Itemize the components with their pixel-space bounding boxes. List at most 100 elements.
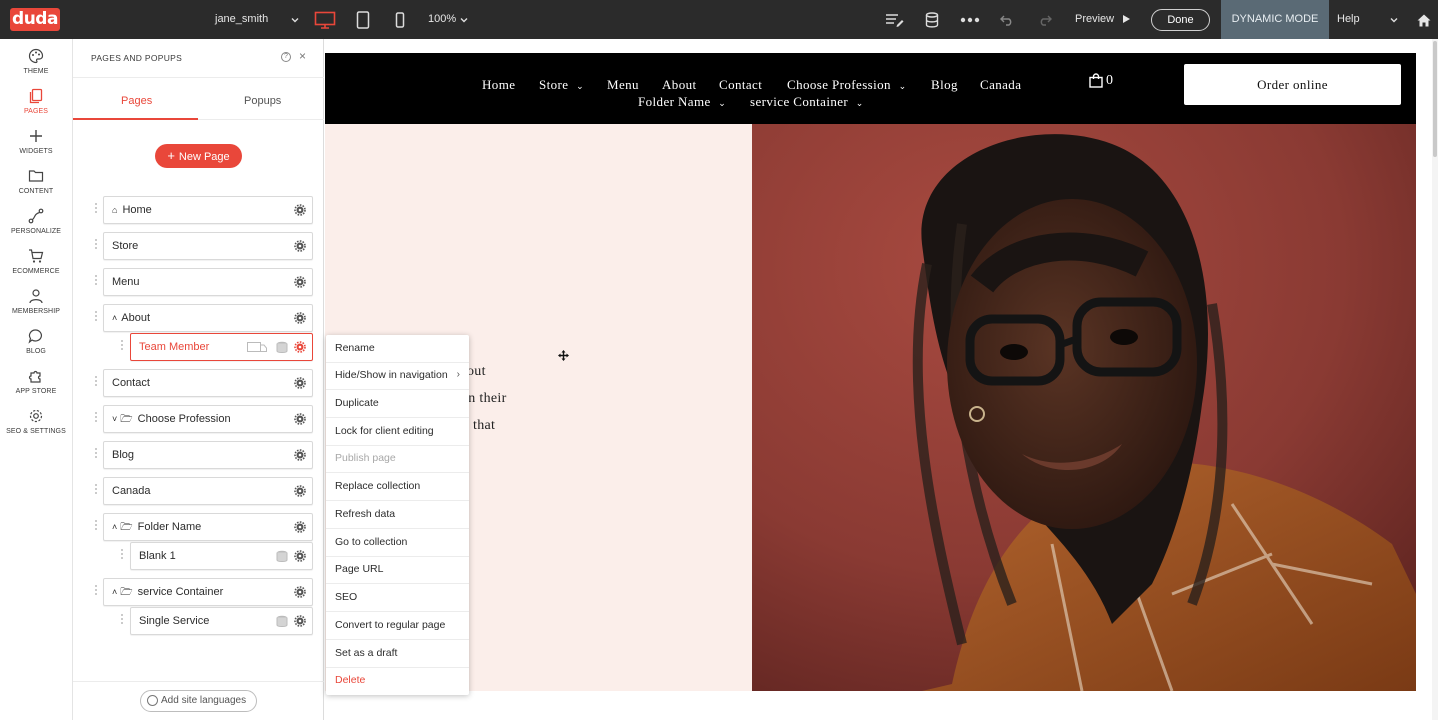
rail-item-seo-settings[interactable]: SEO & SETTINGS xyxy=(0,408,72,444)
nav-folder-name[interactable]: Folder Name ⌄ xyxy=(638,94,726,110)
duda-logo[interactable]: duda xyxy=(10,8,60,31)
site-selector[interactable]: jane_smith xyxy=(215,0,268,39)
chevron-up-icon[interactable]: ˄ xyxy=(112,587,117,597)
menu-item-rename[interactable]: Rename xyxy=(326,335,469,363)
page-row-about[interactable]: ˄ About xyxy=(103,304,313,332)
add-site-languages-button[interactable]: Add site languages xyxy=(140,690,257,712)
more-options-icon[interactable] xyxy=(958,8,982,32)
tablet-icon[interactable] xyxy=(351,8,375,32)
rail-item-personalize[interactable]: PERSONALIZE xyxy=(0,208,72,244)
gear-icon[interactable] xyxy=(294,377,306,389)
page-row-menu[interactable]: Menu xyxy=(103,268,313,296)
nav-menu[interactable]: Menu xyxy=(607,77,639,93)
hero-image[interactable] xyxy=(752,124,1416,691)
page-row-service-container[interactable]: ˄ 🗁 service Container xyxy=(103,578,313,606)
drag-handle[interactable] xyxy=(95,585,99,599)
menu-item-delete[interactable]: Delete xyxy=(326,667,469,695)
drag-handle[interactable] xyxy=(121,340,125,354)
tab-pages[interactable]: Pages xyxy=(121,95,152,107)
shopping-bag-icon[interactable] xyxy=(1089,73,1103,88)
menu-item-duplicate[interactable]: Duplicate xyxy=(326,390,469,418)
home-icon[interactable] xyxy=(1412,8,1436,32)
gear-icon[interactable] xyxy=(294,413,306,425)
redo-icon[interactable] xyxy=(1033,8,1057,32)
drag-handle[interactable] xyxy=(95,448,99,462)
gear-icon[interactable] xyxy=(294,485,306,497)
rail-item-pages[interactable]: PAGES xyxy=(0,88,72,124)
drag-handle[interactable] xyxy=(121,549,125,563)
nav-choose-profession[interactable]: Choose Profession ⌄ xyxy=(787,77,907,93)
drag-handle[interactable] xyxy=(95,275,99,289)
menu-item-hide-show[interactable]: Hide/Show in navigation › xyxy=(326,362,469,390)
menu-item-convert[interactable]: Convert to regular page xyxy=(326,612,469,640)
chevron-down-icon[interactable]: ˅ xyxy=(112,414,117,424)
page-row-canada[interactable]: Canada xyxy=(103,477,313,505)
gear-icon[interactable] xyxy=(294,276,306,288)
menu-item-replace-collection[interactable]: Replace collection xyxy=(326,473,469,501)
chevron-up-icon[interactable]: ˄ xyxy=(112,313,117,323)
nav-home[interactable]: Home xyxy=(482,77,515,93)
page-row-choose-profession[interactable]: ˅ 🗁 Choose Profession xyxy=(103,405,313,433)
rail-item-membership[interactable]: MEMBERSHIP xyxy=(0,288,72,324)
menu-item-go-to-collection[interactable]: Go to collection xyxy=(326,529,469,557)
page-row-contact[interactable]: Contact xyxy=(103,369,313,397)
mobile-icon[interactable] xyxy=(388,8,412,32)
menu-item-page-url[interactable]: Page URL xyxy=(326,556,469,584)
site-header[interactable]: Home Store ⌄ Menu About Contact Choose P… xyxy=(325,53,1416,124)
drag-handle[interactable] xyxy=(95,520,99,534)
rail-item-content[interactable]: CONTENT xyxy=(0,168,72,204)
help-icon[interactable]: ? xyxy=(281,52,291,62)
chevron-down-icon[interactable] xyxy=(283,8,307,32)
gear-icon[interactable] xyxy=(294,312,306,324)
undo-icon[interactable] xyxy=(995,8,1019,32)
dynamic-mode-badge[interactable]: DYNAMIC MODE xyxy=(1221,0,1329,39)
drag-handle[interactable] xyxy=(95,311,99,325)
gear-icon[interactable] xyxy=(294,204,306,216)
drag-handle[interactable] xyxy=(95,239,99,253)
scrollbar-thumb[interactable] xyxy=(1433,41,1437,157)
nav-blog[interactable]: Blog xyxy=(931,77,958,93)
menu-item-lock[interactable]: Lock for client editing xyxy=(326,418,469,446)
gear-icon[interactable] xyxy=(294,615,306,627)
page-row-team-member[interactable]: Team Member xyxy=(130,333,313,361)
nav-canada[interactable]: Canada xyxy=(980,77,1021,93)
gear-icon[interactable] xyxy=(294,449,306,461)
close-icon[interactable]: × xyxy=(299,49,306,63)
page-row-blank-1[interactable]: Blank 1 xyxy=(130,542,313,570)
gear-icon[interactable] xyxy=(294,341,306,353)
gear-icon[interactable] xyxy=(294,550,306,562)
menu-item-set-draft[interactable]: Set as a draft xyxy=(326,640,469,668)
rail-item-app-store[interactable]: APP STORE xyxy=(0,368,72,404)
menu-item-refresh-data[interactable]: Refresh data xyxy=(326,501,469,529)
new-page-button[interactable]: + New Page xyxy=(155,144,242,168)
preview-button[interactable]: Preview xyxy=(1075,0,1131,39)
rail-item-ecommerce[interactable]: ECOMMERCE xyxy=(0,248,72,284)
gear-icon[interactable] xyxy=(294,521,306,533)
nav-about[interactable]: About xyxy=(662,77,697,93)
gear-icon[interactable] xyxy=(294,586,306,598)
desktop-icon[interactable] xyxy=(313,8,337,32)
help-menu[interactable]: Help xyxy=(1337,0,1360,39)
drag-handle[interactable] xyxy=(95,376,99,390)
nav-service-container[interactable]: service Container ⌄ xyxy=(750,94,864,110)
nav-store[interactable]: Store ⌄ xyxy=(539,77,584,93)
rail-item-theme[interactable]: THEME xyxy=(0,48,72,84)
rail-item-widgets[interactable]: WIDGETS xyxy=(0,128,72,164)
page-row-single-service[interactable]: Single Service xyxy=(130,607,313,635)
gear-icon[interactable] xyxy=(294,240,306,252)
drag-handle[interactable] xyxy=(95,484,99,498)
chevron-up-icon[interactable]: ˄ xyxy=(112,522,117,532)
site-canvas[interactable]: Home Store ⌄ Menu About Contact Choose P… xyxy=(325,39,1438,720)
done-button[interactable]: Done xyxy=(1151,9,1210,31)
content-editor-icon[interactable] xyxy=(882,8,906,32)
drag-handle[interactable] xyxy=(95,412,99,426)
page-row-folder-name[interactable]: ˄ 🗁 Folder Name xyxy=(103,513,313,541)
nav-contact[interactable]: Contact xyxy=(719,77,762,93)
menu-item-seo[interactable]: SEO xyxy=(326,584,469,612)
page-row-store[interactable]: Store xyxy=(103,232,313,260)
page-row-blog[interactable]: Blog xyxy=(103,441,313,469)
rail-item-blog[interactable]: BLOG xyxy=(0,328,72,364)
tab-popups[interactable]: Popups xyxy=(244,95,281,107)
database-icon[interactable] xyxy=(920,8,944,32)
help-chevron-icon[interactable] xyxy=(1382,8,1406,32)
